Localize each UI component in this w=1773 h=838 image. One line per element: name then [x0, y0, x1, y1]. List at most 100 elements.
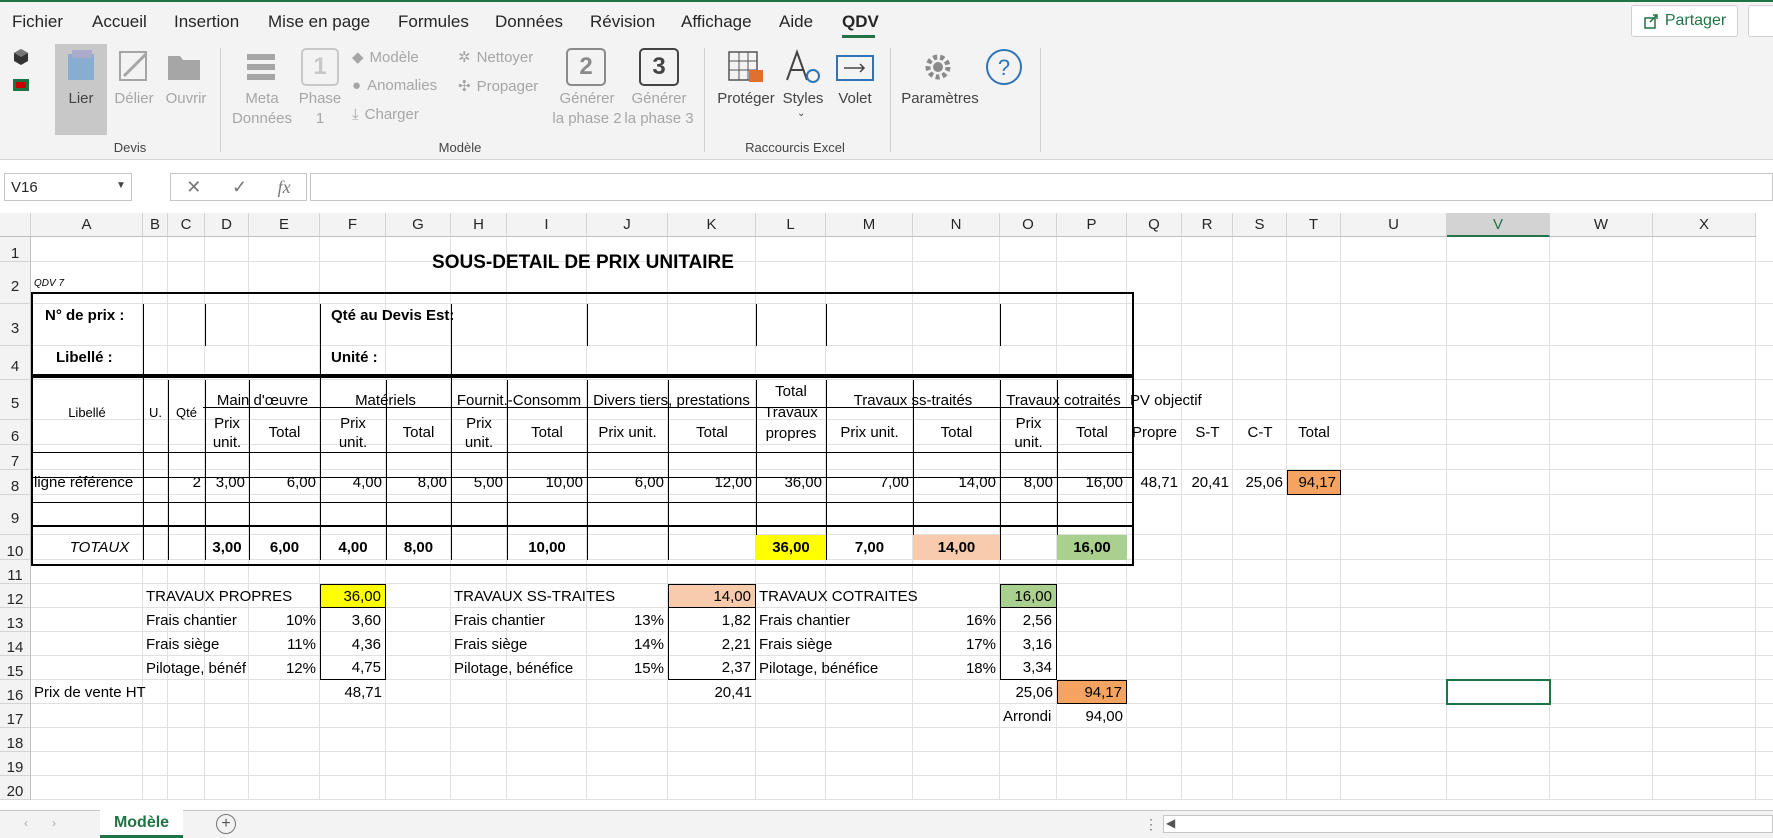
column-header-E[interactable]: E — [249, 213, 320, 237]
horizontal-scrollbar[interactable] — [1163, 815, 1773, 833]
name-box[interactable]: V16 — [4, 173, 132, 201]
column-header-M[interactable]: M — [826, 213, 913, 237]
column-header-R[interactable]: R — [1182, 213, 1233, 237]
proteger-button[interactable]: Protéger — [714, 89, 778, 109]
add-sheet-icon[interactable]: + — [216, 814, 236, 834]
qdv-sheet-icon[interactable] — [12, 76, 30, 94]
tab-splitter-icon[interactable]: ⋮ — [1144, 816, 1158, 833]
row8-h: 5,00 — [473, 474, 503, 491]
ouvrir-button[interactable]: Ouvrir — [160, 89, 212, 109]
recap-tp-fc: Frais chantier — [146, 611, 237, 629]
column-header-N[interactable]: N — [913, 213, 1000, 237]
column-header-I[interactable]: I — [507, 213, 587, 237]
scroll-left-icon[interactable]: ◀ — [1166, 816, 1175, 830]
menu-mise-en-page[interactable]: Mise en page — [268, 12, 370, 32]
styles-button[interactable]: Styles — [776, 89, 830, 109]
row-header-16[interactable]: 16 — [0, 680, 31, 704]
meta-donnees-button[interactable]: Meta Données — [228, 89, 296, 129]
menu-insertion[interactable]: Insertion — [174, 12, 239, 32]
row-header-11[interactable]: 11 — [0, 560, 31, 584]
menu-qdv[interactable]: QDV — [842, 12, 879, 32]
menu-affichage[interactable]: Affichage — [681, 12, 752, 32]
sheet-tab-modele[interactable]: Modèle — [100, 810, 183, 838]
row-header-2[interactable]: 2 — [0, 262, 31, 304]
column-header-D[interactable]: D — [205, 213, 249, 237]
row-header-9[interactable]: 9 — [0, 495, 31, 535]
row-header-18[interactable]: 18 — [0, 728, 31, 752]
column-header-H[interactable]: H — [451, 213, 507, 237]
share-button[interactable]: Partager — [1631, 5, 1738, 37]
row8-e: 6,00 — [286, 474, 316, 491]
column-header-O[interactable]: O — [1000, 213, 1057, 237]
header-m-prix-unit: Prix unit. — [840, 424, 899, 441]
header-d-prix-unit: Prix unit. — [205, 415, 249, 451]
column-header-W[interactable]: W — [1550, 213, 1653, 237]
modele-button[interactable]: ◆ Modèle — [352, 48, 419, 67]
qdv-cube-icon[interactable] — [12, 48, 30, 66]
phase1-button[interactable]: Phase 1 — [296, 89, 344, 129]
namebox-dropdown-icon[interactable]: ▼ — [116, 180, 126, 191]
row-header-1[interactable]: 1 — [0, 237, 31, 262]
column-header-J[interactable]: J — [587, 213, 668, 237]
row8-l: 36,00 — [784, 474, 822, 491]
menu-fichier[interactable]: Fichier — [12, 12, 63, 32]
nettoyer-button[interactable]: ✲ Nettoyer — [458, 48, 533, 67]
totaux-g: 8,00 — [403, 539, 434, 556]
column-header-S[interactable]: S — [1233, 213, 1287, 237]
column-header-P[interactable]: P — [1057, 213, 1127, 237]
row-header-13[interactable]: 13 — [0, 608, 31, 632]
help-icon[interactable]: ? — [985, 48, 1023, 86]
menu-revision[interactable]: Révision — [590, 12, 655, 32]
selected-cell-V16[interactable] — [1446, 679, 1551, 705]
column-header-F[interactable]: F — [320, 213, 386, 237]
column-header-T[interactable]: T — [1287, 213, 1341, 237]
column-header-A[interactable]: A — [31, 213, 143, 237]
column-header-V[interactable]: V — [1447, 213, 1550, 237]
fx-icon[interactable]: fx — [278, 177, 291, 198]
row-header-5[interactable]: 5 — [0, 380, 31, 420]
recap-st-label: TRAVAUX SS-TRAITES — [454, 587, 616, 605]
column-header-Q[interactable]: Q — [1127, 213, 1182, 237]
confirm-icon[interactable]: ✓ — [232, 177, 247, 198]
parametres-button[interactable]: Paramètres — [900, 89, 980, 109]
row-header-4[interactable]: 4 — [0, 346, 31, 380]
row-header-20[interactable]: 20 — [0, 776, 31, 800]
tab-prev-icon[interactable]: ‹ — [24, 816, 28, 830]
menu-aide[interactable]: Aide — [779, 12, 813, 32]
volet-button[interactable]: Volet — [828, 89, 882, 109]
comments-button[interactable] — [1748, 5, 1773, 37]
column-header-U[interactable]: U — [1341, 213, 1447, 237]
delier-button[interactable]: Délier — [108, 89, 160, 109]
row-header-7[interactable]: 7 — [0, 445, 31, 470]
row-header-19[interactable]: 19 — [0, 752, 31, 776]
charger-button[interactable]: ⤓ Charger — [352, 106, 419, 123]
formula-input[interactable] — [310, 173, 1773, 201]
menu-formules[interactable]: Formules — [398, 12, 469, 32]
header-propre: Propre — [1131, 424, 1178, 441]
column-header-G[interactable]: G — [386, 213, 451, 237]
row-header-10[interactable]: 10 — [0, 535, 31, 560]
select-all-corner[interactable] — [0, 213, 31, 237]
row-header-12[interactable]: 12 — [0, 584, 31, 608]
row-header-6[interactable]: 6 — [0, 420, 31, 445]
row-header-3[interactable]: 3 — [0, 304, 31, 346]
tab-next-icon[interactable]: › — [52, 816, 56, 830]
menu-accueil[interactable]: Accueil — [92, 12, 147, 32]
anomalies-button[interactable]: ● Anomalies — [352, 77, 437, 94]
column-header-X[interactable]: X — [1653, 213, 1756, 237]
cancel-icon[interactable]: ✕ — [186, 177, 201, 198]
generer-phase2-button[interactable]: Générer la phase 2 — [550, 89, 624, 129]
menu-donnees[interactable]: Données — [495, 12, 563, 32]
column-header-K[interactable]: K — [668, 213, 756, 237]
row-header-14[interactable]: 14 — [0, 632, 31, 656]
row-header-8[interactable]: 8 — [0, 470, 31, 495]
column-header-L[interactable]: L — [756, 213, 826, 237]
column-header-C[interactable]: C — [168, 213, 205, 237]
row-header-17[interactable]: 17 — [0, 704, 31, 728]
generer-phase3-button[interactable]: Générer la phase 3 — [622, 89, 696, 129]
ribbon-separator — [704, 48, 705, 152]
column-header-B[interactable]: B — [143, 213, 168, 237]
row-header-15[interactable]: 15 — [0, 656, 31, 680]
propager-button[interactable]: ✣ Propager — [458, 77, 538, 96]
recap-tp-fc-pct: 10% — [285, 611, 316, 629]
